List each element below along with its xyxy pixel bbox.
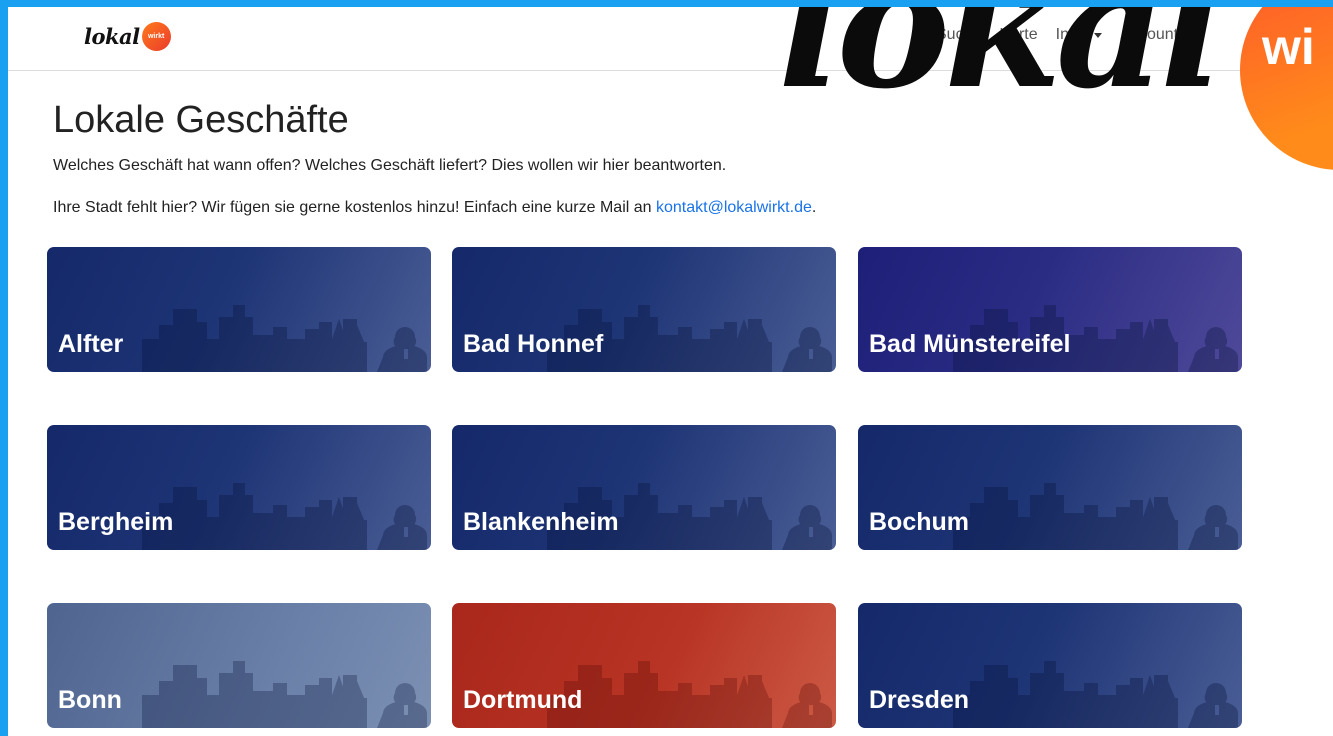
nav-item-account[interactable]: Account bbox=[1120, 26, 1191, 44]
city-card-bad-honnef[interactable]: Bad Honnef bbox=[452, 247, 836, 372]
city-name: Bad Münstereifel bbox=[869, 330, 1071, 358]
city-name: Blankenheim bbox=[463, 508, 619, 536]
nav-item-infos[interactable]: Infos bbox=[1056, 26, 1103, 44]
city-card-bonn[interactable]: Bonn bbox=[47, 603, 431, 728]
missing-city-notice: Ihre Stadt fehlt hier? Wir fügen sie ger… bbox=[53, 199, 816, 217]
brand-logo-badge: wirkt bbox=[141, 21, 171, 51]
city-name: Bonn bbox=[58, 686, 122, 714]
brand-logo-word: lokal bbox=[84, 23, 140, 49]
nav-item-suche[interactable]: Suche bbox=[936, 26, 981, 44]
nav-links: Suche Karte Infos Account bbox=[936, 26, 1208, 44]
missing-city-text: Ihre Stadt fehlt hier? Wir fügen sie ger… bbox=[53, 199, 656, 216]
city-name: Bergheim bbox=[58, 508, 174, 536]
city-name: Alfter bbox=[58, 330, 124, 358]
brand-logo[interactable]: lokal wirkt bbox=[84, 21, 171, 51]
page-title: Lokale Geschäfte bbox=[53, 99, 349, 141]
nav-item-label: Suche bbox=[936, 26, 982, 43]
navbar: lokal wirkt Suche Karte Infos Account bbox=[8, 7, 1333, 71]
city-card-dresden[interactable]: Dresden bbox=[858, 603, 1242, 728]
nav-item-label: Infos bbox=[1055, 26, 1091, 43]
browser-viewport: lokal wirkt Suche Karte Infos Account lo… bbox=[8, 7, 1333, 736]
city-name: Bochum bbox=[869, 508, 969, 536]
city-name: Dresden bbox=[869, 686, 970, 714]
city-card-bad-muenstereifel[interactable]: Bad Münstereifel bbox=[858, 247, 1242, 372]
city-name: Bad Honnef bbox=[463, 330, 604, 358]
city-card-bochum[interactable]: Bochum bbox=[858, 425, 1242, 550]
nav-item-karte[interactable]: Karte bbox=[999, 26, 1037, 44]
nav-item-label: Karte bbox=[999, 26, 1038, 43]
city-name: Dortmund bbox=[463, 686, 583, 714]
page-subtitle: Welches Geschäft hat wann offen? Welches… bbox=[53, 157, 727, 174]
city-card-bergheim[interactable]: Bergheim bbox=[47, 425, 431, 550]
contact-email-link[interactable]: kontakt@lokalwirkt.de bbox=[656, 199, 812, 216]
city-card-dortmund[interactable]: Dortmund bbox=[452, 603, 836, 728]
city-card-blankenheim[interactable]: Blankenheim bbox=[452, 425, 836, 550]
city-card-alfter[interactable]: Alfter bbox=[47, 247, 431, 372]
nav-item-label: Account bbox=[1120, 26, 1179, 43]
missing-city-end: . bbox=[811, 199, 817, 216]
caret-down-icon bbox=[1182, 32, 1191, 38]
caret-down-icon bbox=[1094, 32, 1103, 38]
